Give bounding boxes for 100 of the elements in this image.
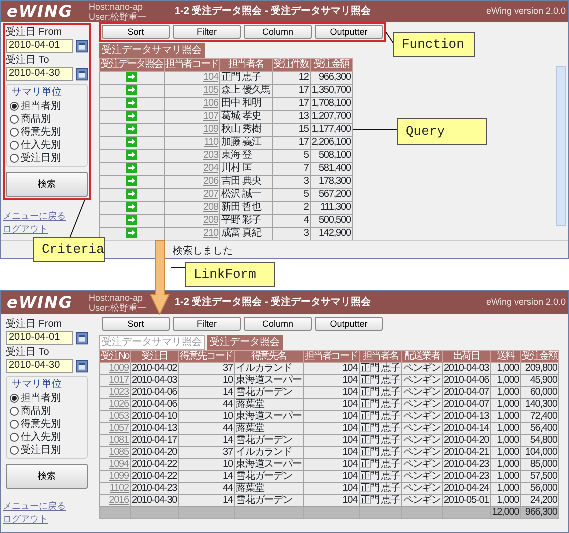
date-field[interactable]: 2010-04-01: [6, 39, 73, 53]
calendar-icon[interactable]: [76, 360, 88, 372]
table-cell: 蕗葉堂: [234, 482, 304, 494]
table-cell: 正門 恵子: [359, 386, 402, 398]
table-cell: 17: [272, 136, 310, 150]
column-header: 得意先コード: [178, 350, 234, 362]
radio-label: 担当者別: [21, 392, 61, 405]
table-cell: 森上 優久馬: [220, 84, 272, 98]
app-logo: eWING: [6, 2, 74, 21]
arrow-icon[interactable]: [126, 124, 138, 134]
table-cell: 2010-04-07: [442, 398, 491, 410]
table-cell: 44: [178, 482, 234, 494]
table-cell: ペンギン: [402, 446, 442, 458]
table-cell: 雪花ガーデン: [234, 494, 304, 506]
tab[interactable]: 受注データサマリ照会: [99, 335, 205, 350]
radio-button[interactable]: [10, 420, 19, 429]
function-button[interactable]: Outputter: [315, 25, 383, 39]
field-label: 受注日 From: [6, 318, 64, 331]
nav-link[interactable]: ログアウト: [3, 223, 48, 236]
scrollbar[interactable]: [556, 66, 566, 226]
column-header: 受注金額: [520, 350, 559, 362]
table-cell: 2: [272, 202, 310, 214]
field-label: 受注日 To: [6, 346, 50, 359]
function-button[interactable]: Sort: [102, 25, 170, 39]
table-cell: 2010-04-24: [442, 482, 491, 494]
arrow-icon[interactable]: [126, 137, 138, 148]
calendar-icon[interactable]: [76, 332, 88, 344]
table-cell: 2010-04-10: [130, 410, 179, 422]
nav-link[interactable]: メニューに戻る: [3, 500, 66, 513]
radio-button[interactable]: [10, 102, 19, 111]
arrow-icon[interactable]: [126, 202, 138, 212]
arrow-icon[interactable]: [126, 189, 138, 200]
table-cell: 12: [272, 72, 310, 84]
table-cell: 966,300: [310, 72, 352, 84]
radio-button[interactable]: [10, 433, 19, 442]
nav-link[interactable]: メニューに戻る: [3, 210, 66, 223]
table-cell: 104: [303, 374, 360, 386]
radio-label: 仕入先別: [21, 139, 61, 152]
date-field[interactable]: 2010-04-30: [6, 67, 73, 81]
callout-label: Query: [397, 118, 487, 145]
arrow-icon[interactable]: [126, 215, 138, 226]
arrow-icon[interactable]: [126, 150, 138, 160]
version-label: eWing version 2.0.0: [486, 4, 567, 18]
column-header: 出荷日: [442, 350, 491, 362]
table-cell: 正門 恵子: [359, 470, 402, 482]
radio-button[interactable]: [10, 407, 19, 416]
table-cell: 成富 真紀: [220, 228, 272, 240]
function-button[interactable]: Sort: [102, 317, 170, 331]
table-cell: 1,177,400: [310, 124, 352, 136]
column-header: 送料: [490, 350, 521, 362]
search-button[interactable]: 検索: [6, 172, 88, 197]
arrow-icon[interactable]: [126, 72, 138, 82]
table-cell: 567,200: [310, 188, 352, 202]
table-cell: 14: [178, 386, 234, 398]
arrow-icon[interactable]: [126, 163, 138, 174]
function-button[interactable]: Filter: [173, 25, 241, 39]
nav-link[interactable]: ログアウト: [3, 513, 48, 526]
radio-button[interactable]: [10, 446, 19, 455]
table-cell: 2010-04-03: [442, 362, 491, 374]
radio-button[interactable]: [10, 394, 19, 403]
arrow-icon[interactable]: [126, 111, 138, 122]
date-field[interactable]: 2010-04-30: [6, 359, 73, 373]
calendar-icon[interactable]: [76, 40, 88, 52]
calendar-icon[interactable]: [76, 68, 88, 80]
host-label: Host:nano-ap: [89, 2, 144, 12]
table-cell: ペンギン: [402, 458, 442, 470]
function-button[interactable]: Column: [244, 25, 312, 39]
function-button[interactable]: Filter: [173, 317, 241, 331]
table-cell: 15: [272, 124, 310, 136]
function-button[interactable]: Outputter: [315, 317, 383, 331]
table-cell: 104: [303, 434, 360, 446]
radio-button[interactable]: [10, 115, 19, 124]
radio-label: 受注日別: [21, 152, 61, 165]
leader-line: [170, 267, 187, 269]
date-field[interactable]: 2010-04-01: [6, 331, 73, 345]
table-cell: ペンギン: [402, 386, 442, 398]
function-button[interactable]: Column: [244, 317, 312, 331]
arrow-icon[interactable]: [126, 85, 138, 96]
tab[interactable]: 受注データサマリ照会: [99, 43, 205, 58]
table-cell: 2010-04-21: [442, 446, 491, 458]
page-title: 1-2 受注データ照会 - 受注データサマリ照会: [175, 295, 372, 310]
tab[interactable]: 受注データ照会: [207, 335, 283, 350]
table-cell: 2010-04-13: [442, 410, 491, 422]
table-cell: 正門 恵子: [359, 422, 402, 434]
table-cell: 37: [178, 362, 234, 374]
column-header: 受注日: [130, 350, 179, 362]
radio-button[interactable]: [10, 128, 19, 137]
table-cell: 104: [303, 482, 360, 494]
table-cell: 2010-04-14: [442, 422, 491, 434]
table-cell: 37: [178, 446, 234, 458]
column-header: 受注件数: [272, 58, 310, 72]
radio-button[interactable]: [10, 154, 19, 163]
table-cell: ペンギン: [402, 398, 442, 410]
arrow-icon[interactable]: [126, 176, 138, 186]
table-cell: 4: [272, 214, 310, 228]
field-label: 受注日 From: [6, 26, 64, 39]
arrow-icon[interactable]: [126, 98, 138, 108]
search-button[interactable]: 検索: [6, 464, 88, 489]
arrow-icon[interactable]: [126, 228, 138, 238]
radio-button[interactable]: [10, 141, 19, 150]
